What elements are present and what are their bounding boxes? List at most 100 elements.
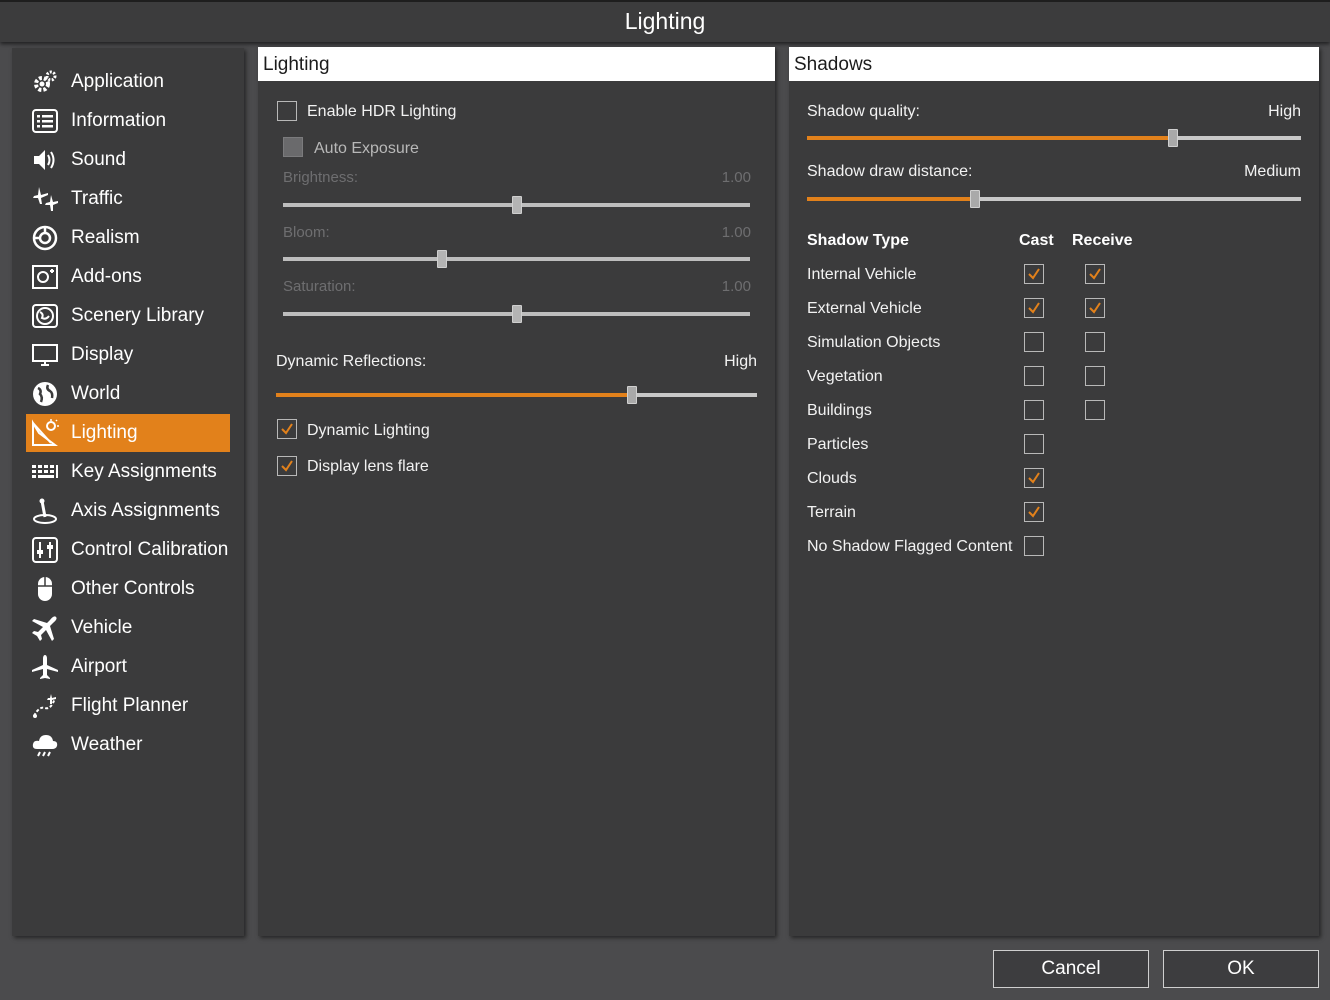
cast-checkbox[interactable]	[1024, 400, 1044, 420]
reflections-value: High	[724, 353, 757, 370]
traffic-planes-icon	[31, 185, 59, 213]
sidebar-item-label: Other Controls	[71, 578, 195, 599]
saturation-value: 1.00	[721, 278, 751, 295]
dynamic-lighting-checkbox[interactable]	[277, 419, 297, 439]
sidebar-item-display[interactable]: Display	[26, 336, 230, 374]
sidebar-item-weather[interactable]: Weather	[26, 726, 230, 764]
sidebar-item-other-controls[interactable]: Other Controls	[26, 570, 230, 608]
shadow-quality-slider[interactable]	[807, 129, 1301, 147]
slider-thumb[interactable]	[626, 386, 637, 404]
receive-checkbox[interactable]	[1085, 400, 1105, 420]
cancel-button[interactable]: Cancel	[993, 950, 1149, 988]
shadows-panel: Shadows Shadow quality: High Shadow draw…	[789, 47, 1319, 936]
sidebar-item-addons[interactable]: Add-ons	[26, 258, 230, 296]
bloom-label: Bloom:	[283, 224, 330, 241]
sidebar-item-label: Traffic	[71, 188, 123, 209]
sidebar-item-airport[interactable]: Airport	[26, 648, 230, 686]
cast-checkbox[interactable]	[1024, 502, 1044, 522]
hdr-label: Enable HDR Lighting	[307, 103, 457, 120]
ok-button[interactable]: OK	[1163, 950, 1319, 988]
checkmark-icon	[281, 460, 293, 472]
slider-thumb[interactable]	[436, 250, 447, 268]
shadow-row-label: Buildings	[807, 402, 872, 419]
scenery-icon	[31, 302, 59, 330]
auto-exposure-label: Auto Exposure	[314, 140, 419, 157]
speaker-icon	[31, 146, 59, 174]
sidebar-item-application[interactable]: Application	[26, 63, 230, 101]
sidebar-item-information[interactable]: Information	[26, 102, 230, 140]
sidebar-item-scenery-library[interactable]: Scenery Library	[26, 297, 230, 335]
lighting-panel-header: Lighting	[258, 47, 775, 81]
shadow-type-header: Shadow Type	[807, 232, 909, 249]
lighting-panel: Lighting Enable HDR Lighting Auto Exposu…	[258, 47, 775, 936]
reflections-slider[interactable]	[276, 386, 757, 404]
cast-checkbox[interactable]	[1024, 468, 1044, 488]
plane-icon	[31, 614, 59, 642]
sidebar-item-world[interactable]: World	[26, 375, 230, 413]
shadow-distance-slider[interactable]	[807, 190, 1301, 208]
receive-checkbox[interactable]	[1085, 264, 1105, 284]
shadow-row-label: No Shadow Flagged Content	[807, 538, 1013, 555]
saturation-label: Saturation:	[283, 278, 356, 295]
sidebar-item-traffic[interactable]: Traffic	[26, 180, 230, 218]
sidebar-item-label: Realism	[71, 227, 140, 248]
slider-fill	[276, 393, 632, 397]
receive-checkbox[interactable]	[1085, 298, 1105, 318]
sidebar-item-key-assignments[interactable]: Key Assignments	[26, 453, 230, 491]
receive-checkbox[interactable]	[1085, 366, 1105, 386]
slider-thumb[interactable]	[511, 196, 522, 214]
cast-header: Cast	[1019, 232, 1054, 249]
lighting-icon	[31, 419, 59, 447]
receive-checkbox[interactable]	[1085, 332, 1105, 352]
saturation-slider[interactable]	[283, 305, 750, 323]
brightness-slider[interactable]	[283, 196, 750, 214]
sidebar-item-sound[interactable]: Sound	[26, 141, 230, 179]
cast-checkbox[interactable]	[1024, 536, 1044, 556]
slider-thumb[interactable]	[969, 190, 980, 208]
reflections-label: Dynamic Reflections:	[276, 353, 427, 370]
brightness-value: 1.00	[721, 169, 751, 186]
sidebar-item-axis-assignments[interactable]: Axis Assignments	[26, 492, 230, 530]
realism-icon	[31, 224, 59, 252]
sidebar: Application Information Sound Traffic Re…	[12, 48, 244, 936]
sidebar-item-lighting[interactable]: Lighting	[26, 414, 230, 452]
cast-checkbox[interactable]	[1024, 366, 1044, 386]
cast-checkbox[interactable]	[1024, 264, 1044, 284]
shadow-quality-value: High	[1268, 103, 1301, 120]
checkmark-icon	[1028, 302, 1040, 314]
sidebar-item-vehicle[interactable]: Vehicle	[26, 609, 230, 647]
sidebar-item-label: Sound	[71, 149, 126, 170]
window-title: Lighting	[0, 0, 1330, 42]
sidebar-item-realism[interactable]: Realism	[26, 219, 230, 257]
dynamic-lighting-label: Dynamic Lighting	[307, 422, 430, 439]
sidebar-item-control-calibration[interactable]: Control Calibration	[26, 531, 230, 569]
flight-planner-icon	[31, 692, 59, 720]
airport-icon	[31, 653, 59, 681]
shadow-row-label: Simulation Objects	[807, 334, 941, 351]
slider-thumb[interactable]	[1167, 129, 1178, 147]
bloom-value: 1.00	[721, 224, 751, 241]
monitor-icon	[31, 341, 59, 369]
cast-checkbox[interactable]	[1024, 434, 1044, 454]
bloom-slider[interactable]	[283, 250, 750, 268]
hdr-checkbox[interactable]	[277, 101, 297, 121]
joystick-icon	[31, 497, 59, 525]
receive-header: Receive	[1072, 232, 1133, 249]
slider-thumb[interactable]	[511, 305, 522, 323]
sidebar-item-label: Lighting	[71, 422, 138, 443]
cast-checkbox[interactable]	[1024, 298, 1044, 318]
checkmark-icon	[1028, 472, 1040, 484]
sidebar-item-flight-planner[interactable]: Flight Planner	[26, 687, 230, 725]
sidebar-item-label: Weather	[71, 734, 143, 755]
checkmark-icon	[281, 423, 293, 435]
lens-flare-checkbox[interactable]	[277, 456, 297, 476]
gears-icon	[31, 68, 59, 96]
list-icon	[31, 107, 59, 135]
sidebar-item-label: Axis Assignments	[71, 500, 220, 521]
auto-exposure-checkbox[interactable]	[283, 137, 303, 157]
cast-checkbox[interactable]	[1024, 332, 1044, 352]
sidebar-item-label: Add-ons	[71, 266, 142, 287]
sidebar-item-label: Display	[71, 344, 134, 365]
shadow-row-label: Clouds	[807, 470, 857, 487]
sidebar-item-label: World	[71, 383, 121, 404]
